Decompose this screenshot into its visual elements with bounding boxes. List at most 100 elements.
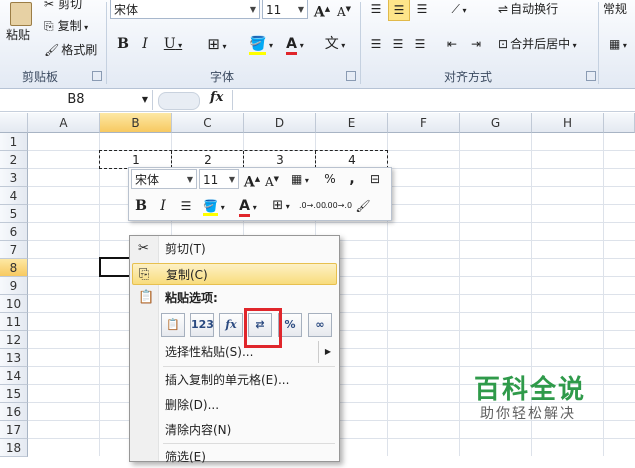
paste-button[interactable]: 粘贴	[2, 0, 38, 62]
clipboard-launcher[interactable]	[92, 71, 102, 81]
mini-comma-button[interactable]: ,	[345, 169, 359, 189]
orientation-button[interactable]: ⟋ ▾	[444, 0, 474, 21]
menu-item-copy[interactable]: ⎘ 复制(C)	[132, 263, 337, 285]
row-header-17[interactable]: 17	[0, 421, 28, 439]
column-header-f[interactable]: F	[388, 113, 460, 133]
align-left-button[interactable]: ☰	[366, 34, 386, 54]
row-header-8[interactable]: 8	[0, 259, 28, 277]
format-painter-button[interactable]: 🖌 格式刷	[44, 40, 104, 60]
decrease-indent-button[interactable]: ⇤	[442, 34, 462, 54]
paste-option-link[interactable]: ∞	[308, 313, 332, 337]
paste-option-values[interactable]: 123	[190, 313, 214, 337]
row-header-10[interactable]: 10	[0, 295, 28, 313]
paste-label: 粘贴	[6, 28, 31, 42]
clipboard-icon: 📋	[138, 290, 155, 305]
row-header-12[interactable]: 12	[0, 331, 28, 349]
paste-options-header: 📋 粘贴选项:	[132, 287, 337, 309]
cut-button[interactable]: ✂ 剪切	[44, 0, 104, 14]
select-all-corner[interactable]	[0, 113, 28, 133]
name-box[interactable]: B8 ▼	[0, 90, 153, 110]
insert-function-button[interactable]: fx	[210, 90, 223, 105]
menu-item-paste-special[interactable]: 选择性粘贴(S)... ▶	[132, 341, 337, 363]
copy-button[interactable]: ⎘ 复制 ▾	[44, 16, 104, 36]
mini-fill-color-button[interactable]: 🪣 ▾	[199, 196, 229, 218]
border-button[interactable]: ⊞ ▾	[202, 34, 232, 57]
mini-currency-button[interactable]: ▦ ▾	[285, 169, 315, 191]
fill-color-button[interactable]: 🪣 ▾	[246, 34, 276, 56]
menu-item-clear[interactable]: 清除内容(N)	[132, 419, 337, 441]
currency-button[interactable]: ▦ ▾	[603, 34, 633, 56]
mini-decrease-decimal-button[interactable]: .00→.0	[325, 196, 352, 216]
row-header-15[interactable]: 15	[0, 385, 28, 403]
increase-indent-button[interactable]: ⇥	[466, 34, 486, 54]
mini-bold-button[interactable]: B	[133, 196, 149, 216]
shrink-font-button[interactable]: A▼	[334, 0, 354, 22]
scissors-icon: ✂	[44, 0, 55, 11]
row-header-13[interactable]: 13	[0, 349, 28, 367]
mini-font-name-box[interactable]: 宋体 ▼	[131, 169, 197, 189]
column-header-c[interactable]: C	[172, 113, 244, 133]
menu-item-filter[interactable]: 筛选(E)	[132, 446, 337, 468]
paste-option-paste[interactable]: 📋	[161, 313, 185, 337]
formula-input[interactable]	[232, 90, 635, 110]
row-header-6[interactable]: 6	[0, 223, 28, 241]
column-header-h[interactable]: H	[532, 113, 604, 133]
paint-bucket-icon: 🪣	[249, 36, 267, 55]
column-header-a[interactable]: A	[28, 113, 100, 133]
column-header-g[interactable]: G	[460, 113, 532, 133]
row-header-18[interactable]: 18	[0, 439, 28, 457]
align-top-button[interactable]: ☰	[366, 0, 386, 19]
bold-button[interactable]: B	[114, 34, 132, 54]
grow-font-button[interactable]: A▲	[312, 0, 332, 23]
mini-increase-decimal-button[interactable]: .0→.00	[299, 196, 326, 216]
row-header-4[interactable]: 4	[0, 187, 28, 205]
watermark-subtitle: 助你轻松解决	[480, 406, 576, 422]
alignment-group-label: 对齐方式	[444, 70, 493, 84]
row-header-9[interactable]: 9	[0, 277, 28, 295]
column-header-i[interactable]	[604, 113, 635, 133]
row-header-3[interactable]: 3	[0, 169, 28, 187]
mini-font-size-box[interactable]: 11 ▼	[199, 169, 239, 189]
italic-button[interactable]: I	[136, 34, 154, 54]
row-header-2[interactable]: 2	[0, 151, 28, 169]
clipboard-group-label: 剪贴板	[22, 70, 59, 84]
font-launcher[interactable]	[346, 71, 356, 81]
row-header-11[interactable]: 11	[0, 313, 28, 331]
align-middle-button[interactable]: ☰	[388, 0, 410, 21]
submenu-arrow-icon: ▶	[317, 341, 331, 363]
row-header-5[interactable]: 5	[0, 205, 28, 223]
font-color-button[interactable]: A ▾	[280, 34, 310, 56]
font-size-box[interactable]: 11 ▼	[262, 0, 308, 19]
copy-icon: ⎘	[139, 267, 150, 282]
mini-italic-button[interactable]: I	[155, 196, 171, 216]
column-header-e[interactable]: E	[316, 113, 388, 133]
merge-center-button[interactable]: ⊡ 合并后居中 ▾	[498, 34, 594, 54]
align-center-button[interactable]: ☰	[388, 34, 408, 54]
mini-grow-font-button[interactable]: A▲	[243, 169, 261, 193]
row-header-7[interactable]: 7	[0, 241, 28, 259]
mini-font-color-button[interactable]: A ▾	[233, 196, 263, 218]
mini-border-button[interactable]: ⊞ ▾	[267, 196, 295, 217]
column-header-b[interactable]: B	[100, 113, 172, 133]
number-format-box[interactable]: 常规	[603, 0, 635, 19]
row-header-1[interactable]: 1	[0, 133, 28, 151]
mini-format-cells-button[interactable]: ⊟	[365, 169, 385, 189]
row-header-16[interactable]: 16	[0, 403, 28, 421]
font-name-box[interactable]: 宋体 ▼	[110, 0, 260, 19]
wrap-text-button[interactable]: ⇌ 自动换行	[498, 0, 588, 19]
mini-percent-button[interactable]: %	[321, 169, 339, 189]
mini-format-painter-button[interactable]: 🖌	[353, 196, 373, 216]
mini-shrink-font-button[interactable]: A▼	[263, 169, 281, 192]
underline-button[interactable]: U ▾	[158, 34, 188, 56]
align-bottom-button[interactable]: ☰	[412, 0, 432, 19]
menu-item-cut[interactable]: ✂ 剪切(T)	[132, 238, 337, 260]
alignment-launcher[interactable]	[586, 71, 596, 81]
mini-center-button[interactable]: ☰	[177, 196, 195, 216]
align-right-button[interactable]: ☰	[410, 34, 430, 54]
paste-option-formulas[interactable]: fx	[219, 313, 243, 337]
menu-item-insert-copied[interactable]: 插入复制的单元格(E)...	[132, 369, 337, 391]
menu-item-delete[interactable]: 删除(D)...	[132, 394, 337, 416]
column-header-d[interactable]: D	[244, 113, 316, 133]
phonetic-button[interactable]: 文 ▾	[320, 34, 350, 56]
row-header-14[interactable]: 14	[0, 367, 28, 385]
